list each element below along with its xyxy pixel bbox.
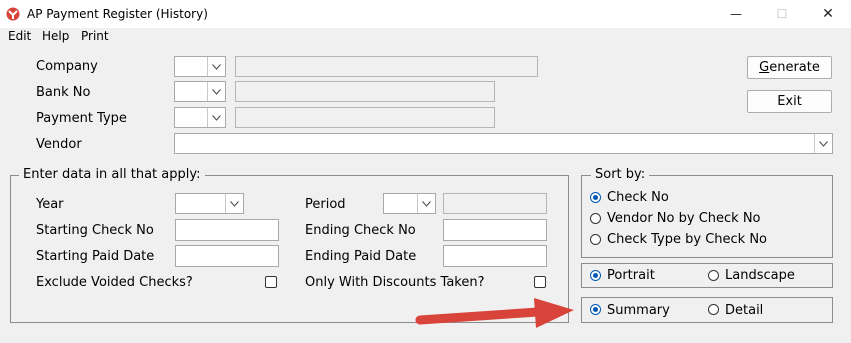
chevron-down-icon	[225, 194, 243, 213]
sort-check-type-radio[interactable]	[590, 234, 601, 245]
sort-legend: Sort by:	[591, 167, 650, 183]
ending-check-label: Ending Check No	[305, 223, 416, 238]
chevron-down-icon	[417, 194, 435, 213]
starting-check-input[interactable]	[175, 219, 279, 241]
detail-radio[interactable]	[708, 304, 719, 315]
bank-no-label: Bank No	[36, 85, 91, 100]
year-label: Year	[36, 197, 64, 212]
maximize-icon: ☐	[776, 7, 788, 21]
summary-label[interactable]: Summary	[607, 303, 670, 319]
menu-help[interactable]: Help	[42, 28, 69, 44]
ending-paid-date-label: Ending Paid Date	[305, 249, 417, 264]
close-icon: ✕	[822, 6, 834, 22]
ending-paid-date-input[interactable]	[443, 245, 547, 267]
period-label: Period	[305, 197, 346, 212]
payment-type-select[interactable]	[174, 107, 226, 128]
sort-check-no-radio[interactable]	[590, 192, 601, 203]
generate-button-underline: G	[759, 60, 770, 75]
period-select[interactable]	[383, 193, 436, 214]
close-button[interactable]: ✕	[805, 0, 851, 28]
sort-vendor-label[interactable]: Vendor No by Check No	[607, 211, 761, 227]
maximize-button[interactable]: ☐	[759, 0, 805, 28]
company-name-field	[235, 56, 538, 77]
starting-check-label: Starting Check No	[36, 223, 154, 238]
payment-type-desc-field	[235, 107, 495, 128]
minimize-button[interactable]: —	[713, 0, 759, 28]
landscape-radio[interactable]	[708, 270, 719, 281]
company-label: Company	[36, 59, 98, 74]
menu-print[interactable]: Print	[81, 28, 109, 44]
menu-edit[interactable]: Edit	[8, 28, 31, 44]
payment-type-label: Payment Type	[36, 111, 127, 126]
starting-paid-date-input[interactable]	[175, 245, 279, 267]
portrait-radio[interactable]	[590, 270, 601, 281]
exit-button-label: Exit	[777, 94, 802, 109]
landscape-label[interactable]: Landscape	[725, 268, 795, 284]
bank-name-field	[235, 81, 495, 102]
sort-check-no-label[interactable]: Check No	[607, 190, 669, 206]
sort-check-type-label[interactable]: Check Type by Check No	[607, 232, 767, 248]
minimize-icon: —	[730, 7, 742, 21]
chevron-down-icon	[207, 108, 225, 127]
period-desc-field	[443, 193, 547, 214]
only-discounts-checkbox[interactable]	[534, 276, 546, 288]
app-icon	[6, 7, 20, 21]
bank-no-select[interactable]	[174, 81, 226, 102]
ending-check-input[interactable]	[443, 219, 547, 241]
vendor-select[interactable]	[174, 133, 833, 154]
summary-radio[interactable]	[590, 304, 601, 315]
vendor-label: Vendor	[36, 137, 82, 152]
sort-vendor-radio[interactable]	[590, 213, 601, 224]
generate-button-label: enerate	[769, 60, 820, 75]
year-select[interactable]	[175, 193, 244, 214]
generate-button[interactable]: Generate	[747, 56, 832, 79]
only-discounts-label: Only With Discounts Taken?	[305, 275, 485, 290]
chevron-down-icon	[814, 134, 832, 153]
criteria-legend: Enter data in all that apply:	[19, 167, 205, 183]
company-select[interactable]	[174, 56, 226, 77]
exclude-voided-checkbox[interactable]	[265, 276, 277, 288]
exit-button[interactable]: Exit	[747, 90, 832, 113]
starting-paid-date-label: Starting Paid Date	[36, 249, 155, 264]
exclude-voided-label: Exclude Voided Checks?	[36, 275, 193, 290]
chevron-down-icon	[207, 57, 225, 76]
menu-bar	[0, 28, 851, 46]
window-title: AP Payment Register (History)	[27, 7, 208, 21]
chevron-down-icon	[207, 82, 225, 101]
annotation-arrow-icon	[415, 298, 574, 328]
detail-label[interactable]: Detail	[725, 303, 763, 319]
portrait-label[interactable]: Portrait	[607, 268, 655, 284]
